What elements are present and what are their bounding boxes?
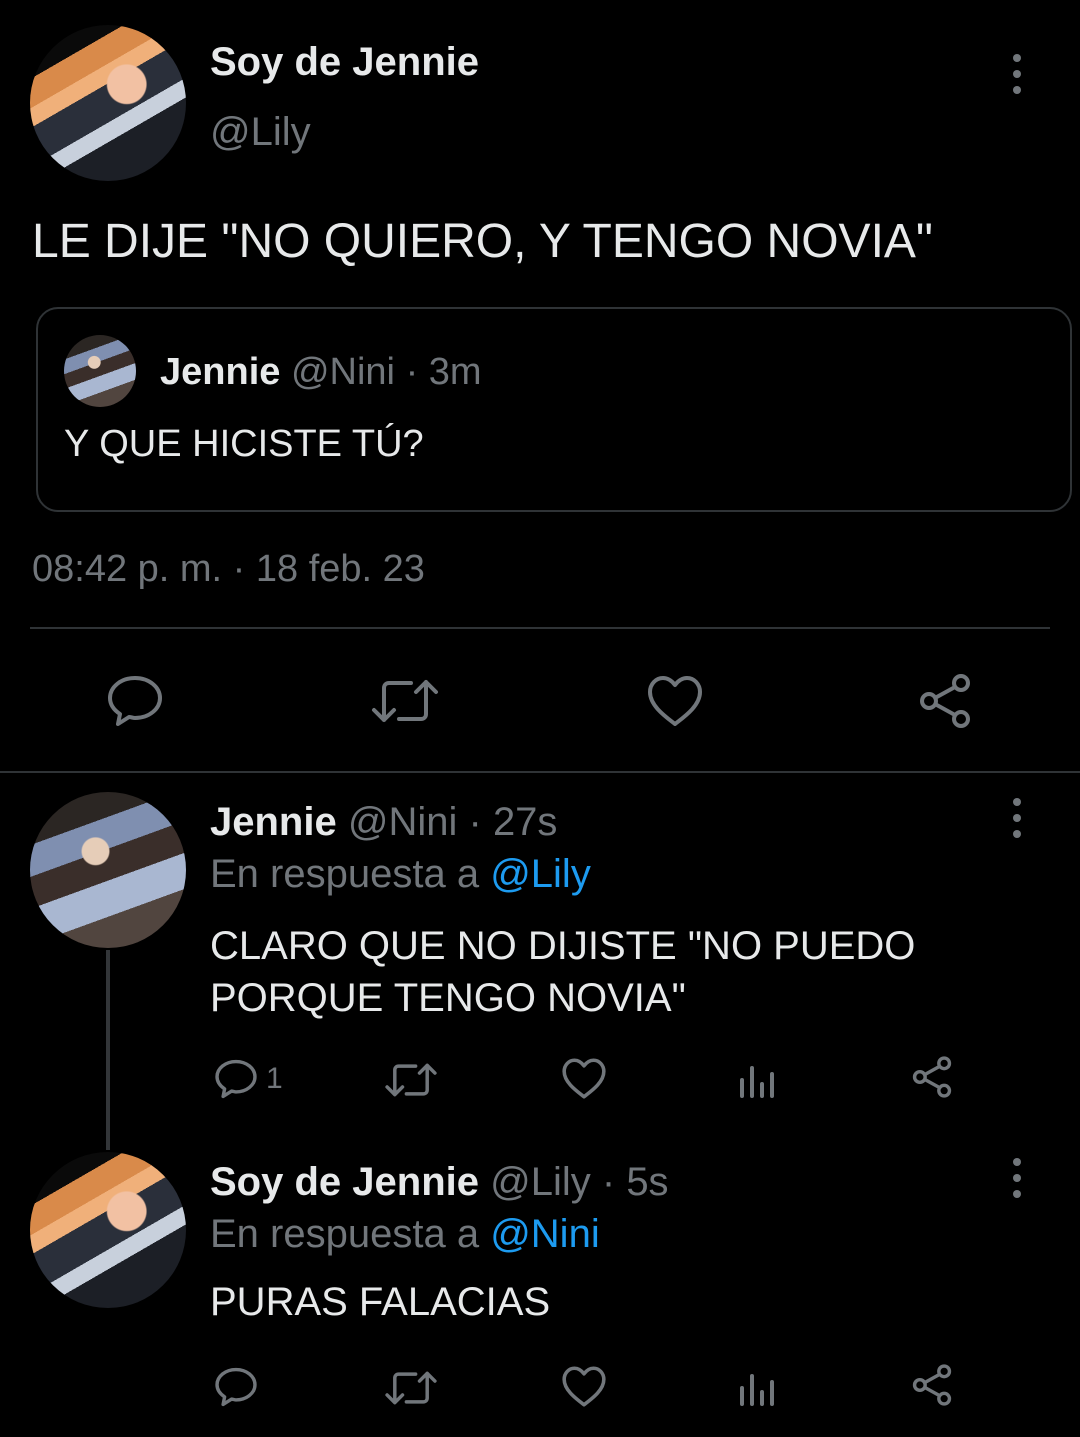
quoted-text: Y QUE HICISTE TÚ?: [64, 423, 424, 465]
reply-context: En respuesta a @Nini: [210, 1212, 600, 1257]
reply-prefix: En respuesta a: [210, 852, 480, 896]
author-handle[interactable]: @Lily: [490, 1160, 591, 1204]
retweet-button[interactable]: [370, 676, 440, 726]
avatar[interactable]: [30, 25, 186, 181]
separator-dot: ·: [405, 351, 419, 393]
like-icon: [648, 676, 702, 726]
like-button[interactable]: [646, 674, 704, 728]
quoted-time: 3m: [428, 351, 482, 393]
share-icon: [912, 1056, 952, 1098]
author-name[interactable]: Jennie: [210, 800, 337, 844]
separator-dot: ·: [468, 800, 482, 844]
share-button[interactable]: [910, 1055, 954, 1099]
quoted-avatar: [64, 335, 136, 407]
tweet-time[interactable]: 5s: [626, 1160, 668, 1204]
quoted-tweet[interactable]: Jennie @Nini · 3m Y QUE HICISTE TÚ?: [36, 307, 1072, 512]
like-button[interactable]: [561, 1365, 607, 1408]
reply-prefix: En respuesta a: [210, 1212, 480, 1256]
like-icon: [562, 1366, 606, 1407]
thread-line: [106, 950, 110, 1150]
tweet-text: LE DIJE "NO QUIERO, Y TENGO NOVIA": [32, 215, 933, 268]
quoted-header: Jennie @Nini · 3m: [160, 351, 482, 394]
reply-icon: [108, 676, 162, 726]
tweet-text: CLARO QUE NO DIJISTE "NO PUEDO PORQUE TE…: [210, 924, 916, 1020]
reply-icon: [215, 1059, 257, 1099]
quoted-author-name: Jennie: [160, 351, 281, 393]
like-button[interactable]: [561, 1057, 607, 1100]
reply-to-link[interactable]: @Nini: [490, 1212, 600, 1256]
like-icon: [562, 1058, 606, 1099]
retweet-button[interactable]: [384, 1368, 438, 1408]
share-icon: [920, 674, 970, 728]
reply-header: Jennie @Nini · 27s: [210, 800, 557, 845]
avatar[interactable]: [30, 1152, 186, 1308]
views-icon: [740, 1374, 774, 1406]
avatar[interactable]: [30, 792, 186, 948]
share-icon: [912, 1364, 952, 1406]
tweet-timestamp[interactable]: 08:42 p. m. · 18 feb. 23: [32, 548, 425, 591]
divider: [30, 627, 1050, 629]
tweet-time[interactable]: 27s: [493, 800, 558, 844]
retweet-icon: [372, 680, 438, 722]
retweet-icon: [385, 1371, 437, 1405]
more-icon[interactable]: [1010, 54, 1022, 94]
share-button[interactable]: [916, 672, 974, 730]
author-name[interactable]: Soy de Jennie: [210, 40, 479, 85]
reply-button[interactable]: [106, 674, 164, 728]
divider: [0, 771, 1080, 773]
tweet-text: PURAS FALACIAS: [210, 1280, 551, 1324]
quoted-author-handle: @Nini: [290, 351, 395, 393]
author-handle[interactable]: @Nini: [348, 800, 458, 844]
reply-count: 1: [266, 1062, 283, 1095]
views-button[interactable]: [738, 1366, 778, 1406]
reply-button[interactable]: 1: [214, 1058, 283, 1100]
more-icon[interactable]: [1010, 1158, 1022, 1198]
separator-dot: ·: [601, 1160, 616, 1204]
reply-icon: [215, 1367, 257, 1407]
reply-header: Soy de Jennie @Lily · 5s: [210, 1160, 669, 1205]
retweet-button[interactable]: [384, 1060, 438, 1100]
more-icon[interactable]: [1010, 798, 1022, 838]
author-handle[interactable]: @Lily: [210, 110, 311, 155]
reply-to-link[interactable]: @Lily: [490, 852, 591, 896]
views-icon: [740, 1066, 774, 1098]
reply-button[interactable]: [214, 1366, 266, 1408]
retweet-icon: [385, 1063, 437, 1097]
share-button[interactable]: [910, 1363, 954, 1407]
reply-context: En respuesta a @Lily: [210, 852, 591, 897]
views-button[interactable]: [738, 1058, 778, 1098]
author-name[interactable]: Soy de Jennie: [210, 1160, 479, 1204]
